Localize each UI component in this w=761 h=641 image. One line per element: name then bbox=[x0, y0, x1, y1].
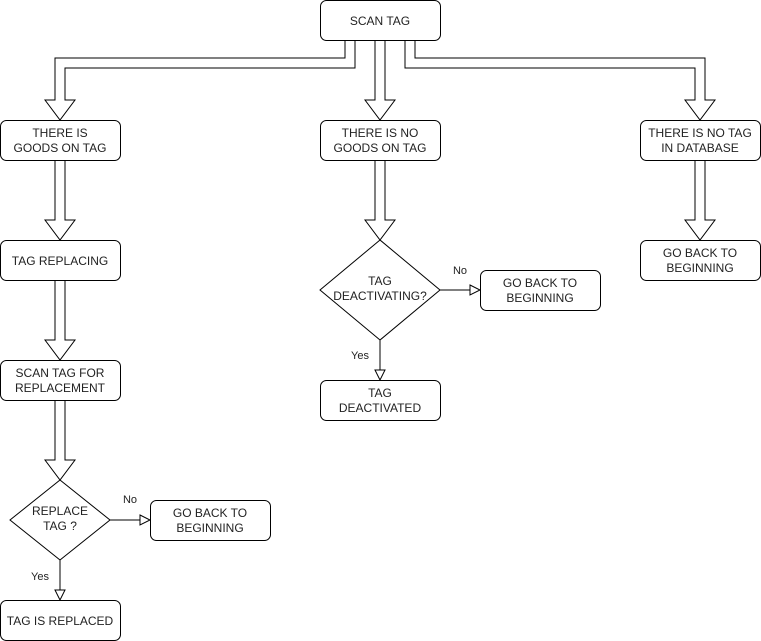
svg-text:GO BACK TO: GO BACK TO bbox=[173, 506, 247, 520]
connector-deactivate-no bbox=[440, 284, 482, 296]
decision-replace-tag: REPLACE TAG ? bbox=[9, 479, 111, 561]
connector-deactivate-yes bbox=[374, 340, 386, 382]
svg-text:GOODS ON TAG: GOODS ON TAG bbox=[14, 141, 107, 155]
svg-text:GO BACK TO: GO BACK TO bbox=[663, 246, 737, 260]
node-go-back-left: GO BACK TO BEGINNING bbox=[150, 500, 271, 541]
svg-text:GOODS ON TAG: GOODS ON TAG bbox=[334, 141, 427, 155]
svg-text:REPLACEMENT: REPLACEMENT bbox=[15, 381, 106, 395]
svg-text:REPLACE: REPLACE bbox=[32, 504, 88, 518]
svg-text:TAG: TAG bbox=[368, 274, 392, 288]
svg-text:BEGINNING: BEGINNING bbox=[506, 291, 573, 305]
node-tag-deactivated: TAG DEACTIVATED bbox=[320, 380, 441, 421]
flowchart: No Yes No Yes SCAN TAG THERE IS GOODS ON… bbox=[0, 0, 761, 641]
arrow-goods-to-replacing bbox=[44, 159, 76, 241]
svg-text:TAG ?: TAG ? bbox=[43, 519, 77, 533]
node-goods-on-tag: THERE IS GOODS ON TAG bbox=[0, 120, 121, 161]
svg-text:IN DATABASE: IN DATABASE bbox=[661, 141, 739, 155]
arrow-replacing-to-scan bbox=[44, 279, 76, 361]
node-scan-tag: SCAN TAG bbox=[320, 0, 441, 41]
connector-replace-no bbox=[110, 514, 152, 526]
svg-text:THERE IS NO TAG: THERE IS NO TAG bbox=[648, 126, 752, 140]
edge-label-no: No bbox=[453, 265, 467, 277]
arrow-scan-to-no-goods bbox=[364, 39, 396, 121]
svg-text:SCAN TAG: SCAN TAG bbox=[350, 14, 410, 28]
edge-label-yes: Yes bbox=[31, 571, 49, 583]
node-tag-is-replaced: TAG IS REPLACED bbox=[0, 600, 121, 641]
arrow-scan-to-replace-decision bbox=[44, 399, 76, 481]
svg-text:THERE IS NO: THERE IS NO bbox=[342, 126, 419, 140]
svg-text:THERE IS: THERE IS bbox=[32, 126, 87, 140]
arrow-no-tag-to-go-back bbox=[684, 159, 716, 241]
edge-label-no: No bbox=[123, 494, 137, 506]
node-scan-for-replacement: SCAN TAG FOR REPLACEMENT bbox=[0, 360, 121, 401]
edge-label-yes: Yes bbox=[351, 350, 369, 362]
node-go-back-middle: GO BACK TO BEGINNING bbox=[480, 270, 601, 311]
svg-text:BEGINNING: BEGINNING bbox=[176, 521, 243, 535]
node-no-goods-on-tag: THERE IS NO GOODS ON TAG bbox=[320, 120, 441, 161]
arrow-scan-to-no-tag bbox=[404, 39, 716, 121]
node-tag-replacing: TAG REPLACING bbox=[0, 240, 121, 281]
arrow-scan-to-goods bbox=[44, 39, 356, 121]
arrow-no-goods-to-decision bbox=[364, 159, 396, 241]
svg-text:BEGINNING: BEGINNING bbox=[666, 261, 733, 275]
svg-text:TAG IS REPLACED: TAG IS REPLACED bbox=[7, 614, 114, 628]
connector-replace-yes bbox=[54, 560, 66, 602]
node-no-tag-in-database: THERE IS NO TAG IN DATABASE bbox=[640, 120, 761, 161]
svg-text:DEACTIVATED: DEACTIVATED bbox=[339, 401, 422, 415]
svg-text:TAG REPLACING: TAG REPLACING bbox=[12, 254, 108, 268]
svg-text:TAG: TAG bbox=[368, 386, 392, 400]
node-go-back-right: GO BACK TO BEGINNING bbox=[640, 240, 761, 281]
svg-text:SCAN TAG FOR: SCAN TAG FOR bbox=[16, 366, 105, 380]
decision-tag-deactivating: TAG DEACTIVATING? bbox=[319, 239, 441, 341]
svg-text:GO BACK TO: GO BACK TO bbox=[503, 276, 577, 290]
svg-text:DEACTIVATING?: DEACTIVATING? bbox=[333, 289, 427, 303]
